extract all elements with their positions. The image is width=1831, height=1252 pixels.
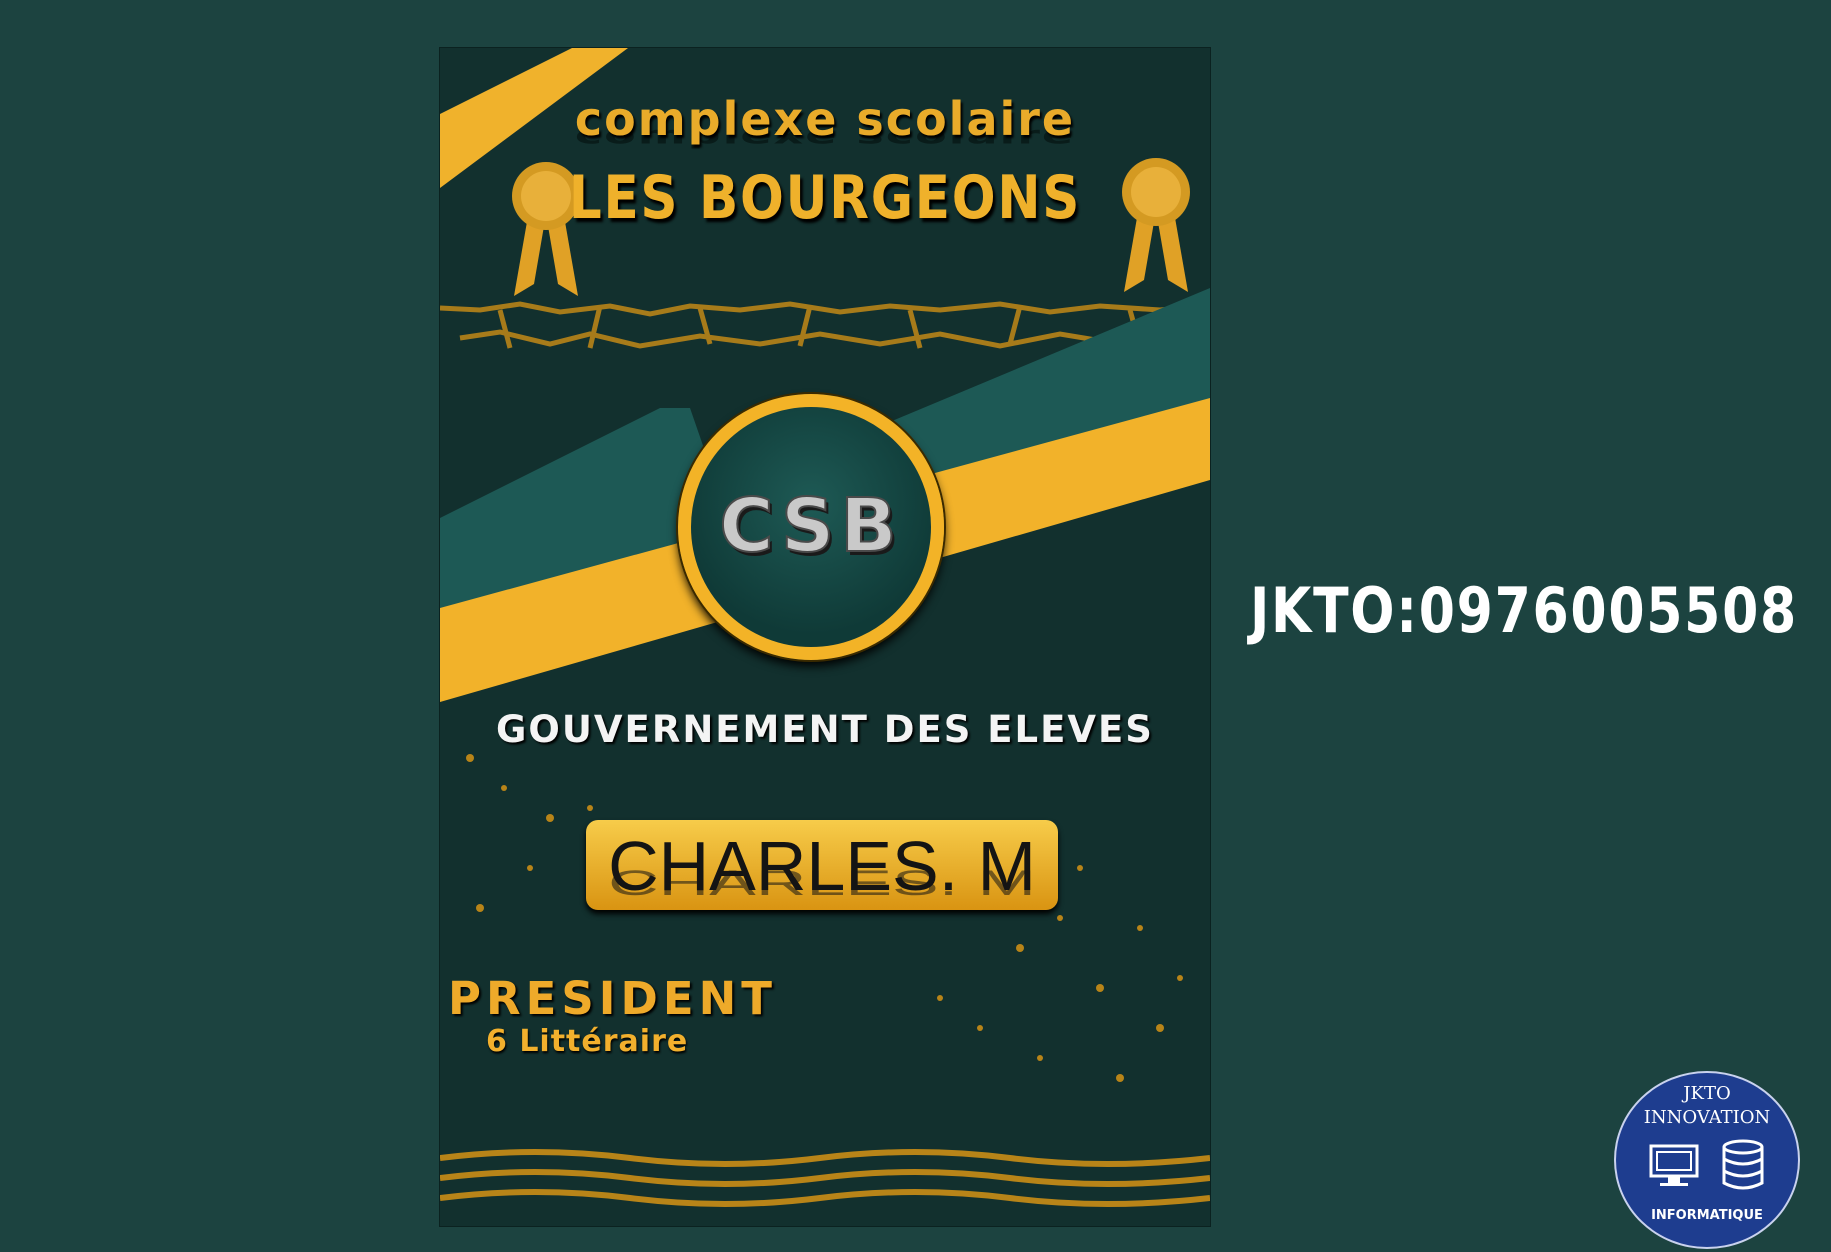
role-title: PRESIDENT <box>448 972 777 1025</box>
logo-text: CSB <box>718 482 903 570</box>
contact-number: JKTO:0976005508 <box>1250 574 1798 647</box>
brand-logo: JKTO INNOVATION INFORMATIQUE <box>1616 1073 1798 1247</box>
brand-department: INFORMATIQUE <box>1651 1208 1763 1223</box>
brand-name: JKTO <box>1683 1083 1731 1104</box>
brand-tagline: INNOVATION <box>1643 1107 1771 1128</box>
database-icon <box>1722 1139 1764 1190</box>
monitor-icon <box>1649 1144 1699 1186</box>
person-name: CHARLES. M <box>608 827 1036 905</box>
id-card: complexe scolaire complexe scolaire LES … <box>440 48 1210 1226</box>
class-label: 6 Littéraire <box>486 1024 689 1059</box>
school-name: LES BOURGEONS <box>568 163 1082 233</box>
government-label: GOUVERNEMENT DES ELEVES <box>496 708 1154 751</box>
bottom-waves <box>440 1149 1210 1207</box>
school-subtitle: complexe scolaire <box>574 92 1076 146</box>
